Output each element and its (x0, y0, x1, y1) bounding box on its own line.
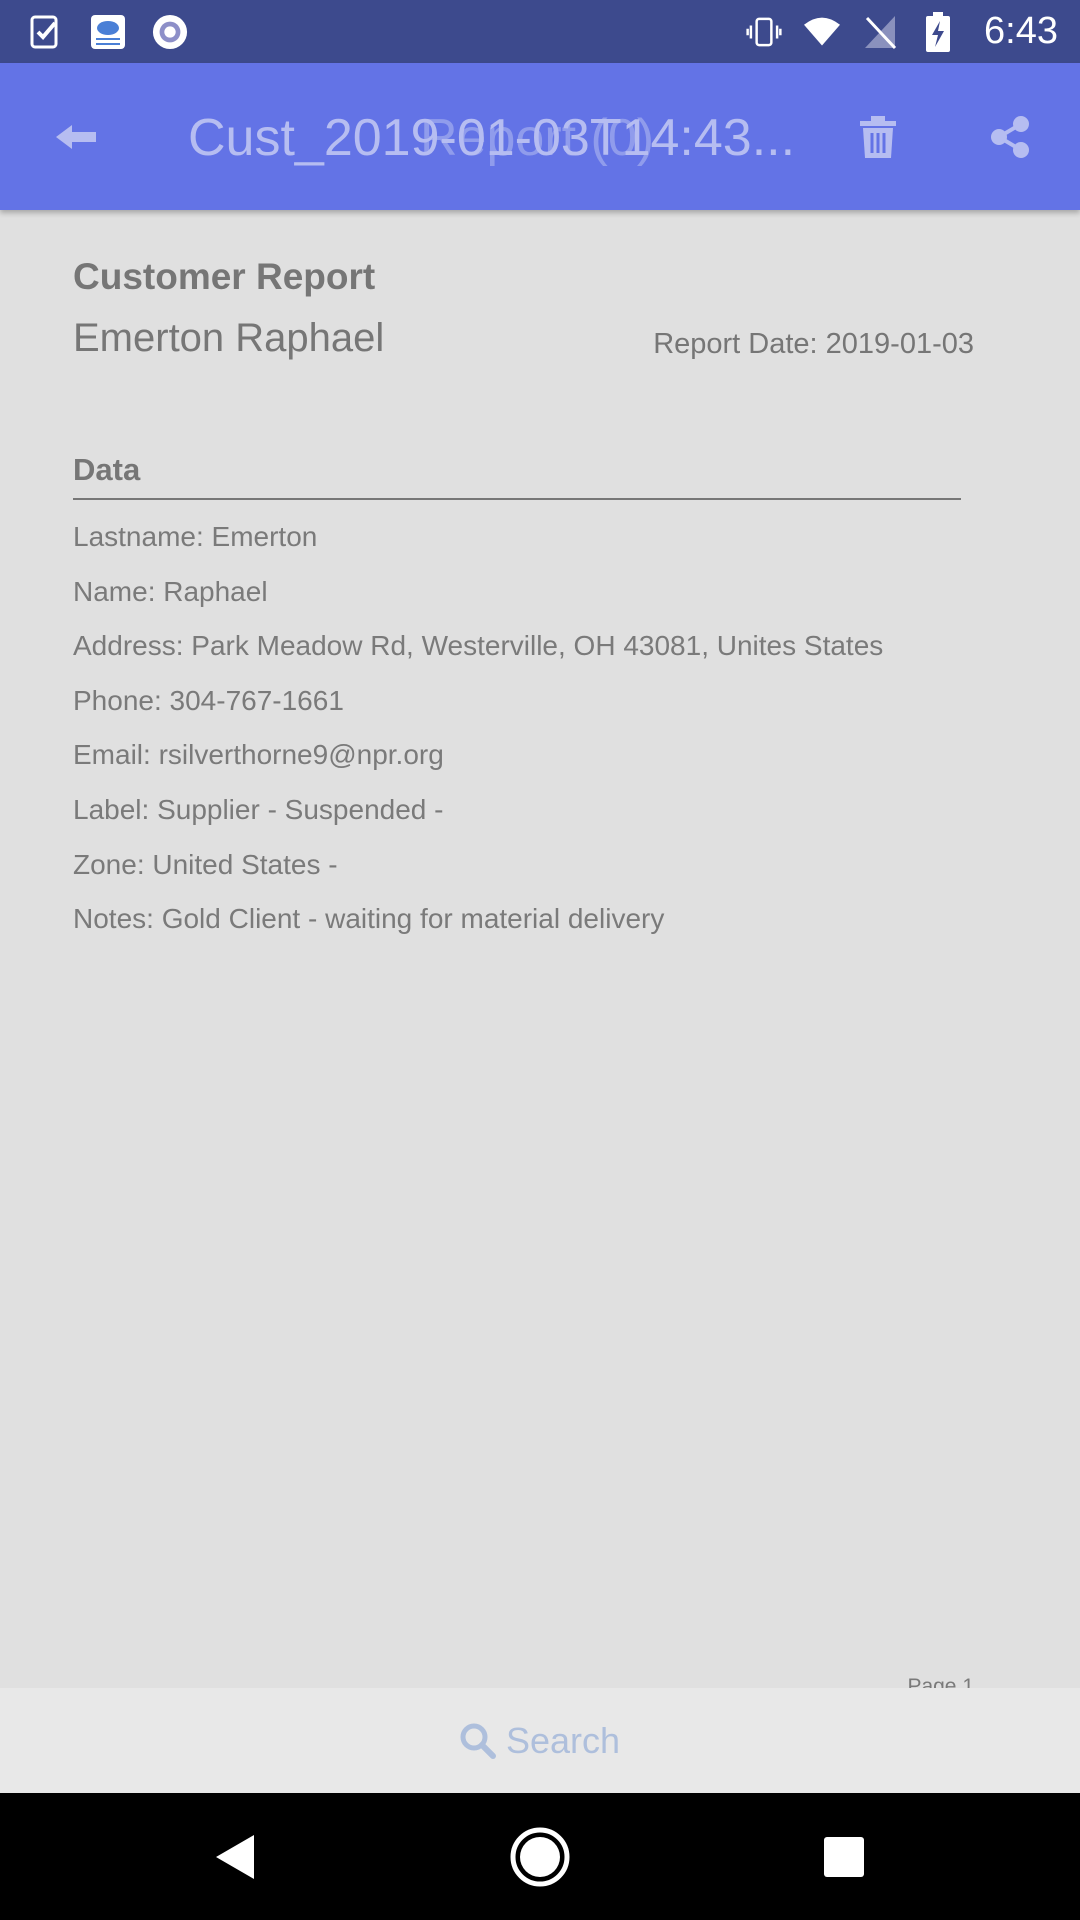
back-triangle-icon (216, 1835, 254, 1879)
home-circle-icon (510, 1827, 570, 1887)
section-title: Data (73, 452, 141, 487)
share-button[interactable] (980, 107, 1040, 167)
clock-time: 6:43 (984, 10, 1058, 52)
wifi-icon (804, 14, 841, 50)
back-arrow-icon (56, 125, 96, 149)
app-bar: Cust_2019-01-03T14:43... Report (0) (0, 63, 1080, 210)
app-bar-overlay-title: Report (0) (420, 109, 655, 167)
status-bar: 6:43 (0, 0, 1080, 63)
search-icon (460, 1723, 496, 1759)
search-button[interactable]: Search (0, 1688, 1080, 1793)
report-title: Customer Report (73, 256, 376, 297)
circle-record-icon (152, 14, 188, 50)
back-button[interactable] (46, 107, 106, 167)
section-divider (73, 498, 961, 500)
battery-charging-icon (920, 11, 956, 52)
field-name: Name: Raphael (73, 575, 268, 607)
field-address: Address: Park Meadow Rd, Westerville, OH… (73, 630, 884, 662)
task-check-icon (28, 14, 64, 50)
nav-recents-button[interactable] (806, 1819, 882, 1895)
system-nav-bar (0, 1793, 1080, 1920)
field-lastname: Lastname: Emerton (73, 521, 318, 552)
report-date: Report Date: 2019-01-03 (653, 328, 974, 360)
field-phone: Phone: 304-767-1661 (73, 684, 344, 716)
nav-back-button[interactable] (198, 1819, 274, 1895)
vibrate-icon (746, 14, 782, 50)
share-icon (991, 116, 1029, 158)
recents-square-icon (824, 1837, 864, 1877)
nav-home-button[interactable] (502, 1819, 578, 1895)
trash-icon (860, 116, 896, 158)
no-sim-icon (862, 14, 898, 50)
customer-name: Emerton Raphael (73, 316, 385, 360)
field-zone: Zone: United States - (73, 848, 338, 880)
search-label: Search (505, 1719, 621, 1761)
data-field-list: Lastname: Emerton Name: Raphael Address:… (73, 510, 883, 947)
field-label: Label: Supplier - Suspended - (73, 793, 444, 825)
delete-button[interactable] (850, 107, 906, 167)
weather-app-icon (90, 14, 126, 50)
field-email: Email: rsilverthorne9@npr.org (73, 739, 444, 771)
report-document: Customer Report Emerton Raphael Report D… (0, 210, 1080, 1698)
field-notes: Notes: Gold Client - waiting for materia… (73, 903, 665, 935)
